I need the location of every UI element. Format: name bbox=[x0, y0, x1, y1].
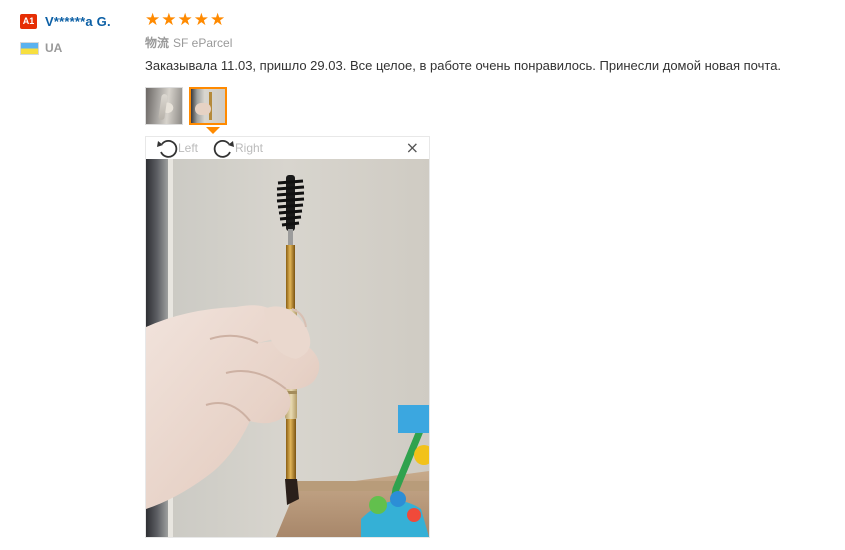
star-icon: ★ bbox=[210, 10, 226, 30]
active-thumbnail-pointer bbox=[206, 127, 220, 134]
star-icon: ★ bbox=[161, 10, 177, 30]
rotate-left-button[interactable]: Left bbox=[156, 139, 199, 158]
photo-thumbnail-2[interactable] bbox=[189, 87, 227, 125]
reviewer-name: V******a G. bbox=[45, 13, 111, 29]
rotate-right-label: Right bbox=[235, 141, 264, 155]
star-rating: ★ ★ ★ ★ ★ bbox=[145, 11, 835, 29]
photo-viewer: Left Right × bbox=[145, 136, 430, 538]
reviewer-country: UA bbox=[20, 40, 140, 56]
rotate-right-icon bbox=[213, 139, 234, 158]
review-photo-image bbox=[146, 159, 429, 537]
rotate-left-label: Left bbox=[178, 141, 199, 155]
review-text: Заказывала 11.03, пришло 29.03. Все цело… bbox=[145, 58, 782, 73]
buyer-level-badge: A1 bbox=[20, 13, 37, 29]
thumbnail-image bbox=[146, 88, 182, 124]
reviewer-line: A1 V******a G. bbox=[20, 12, 140, 30]
flag-ua-icon bbox=[20, 41, 39, 55]
star-icon: ★ bbox=[193, 10, 209, 30]
thumbnail-image bbox=[191, 89, 225, 123]
rotate-right-button[interactable]: Right bbox=[213, 139, 264, 158]
shipping-method: SF eParcel bbox=[173, 36, 233, 50]
review-photo-thumbnails bbox=[145, 87, 233, 125]
review-photo bbox=[146, 159, 429, 537]
photo-thumbnail-1[interactable] bbox=[145, 87, 183, 125]
rotate-left-icon bbox=[157, 139, 178, 158]
close-icon[interactable]: × bbox=[406, 140, 419, 156]
viewer-toolbar: Left Right × bbox=[146, 137, 429, 159]
shipping-info: 物流 SF eParcel bbox=[145, 35, 835, 51]
star-icon: ★ bbox=[177, 10, 193, 30]
review-body: ★ ★ ★ ★ ★ 物流 SF eParcel Заказывала 11.03,… bbox=[145, 11, 835, 75]
shipping-label: 物流 bbox=[145, 36, 170, 50]
reviewer-info: A1 V******a G. UA bbox=[20, 12, 140, 56]
star-icon: ★ bbox=[145, 10, 161, 30]
country-code: UA bbox=[45, 41, 63, 55]
